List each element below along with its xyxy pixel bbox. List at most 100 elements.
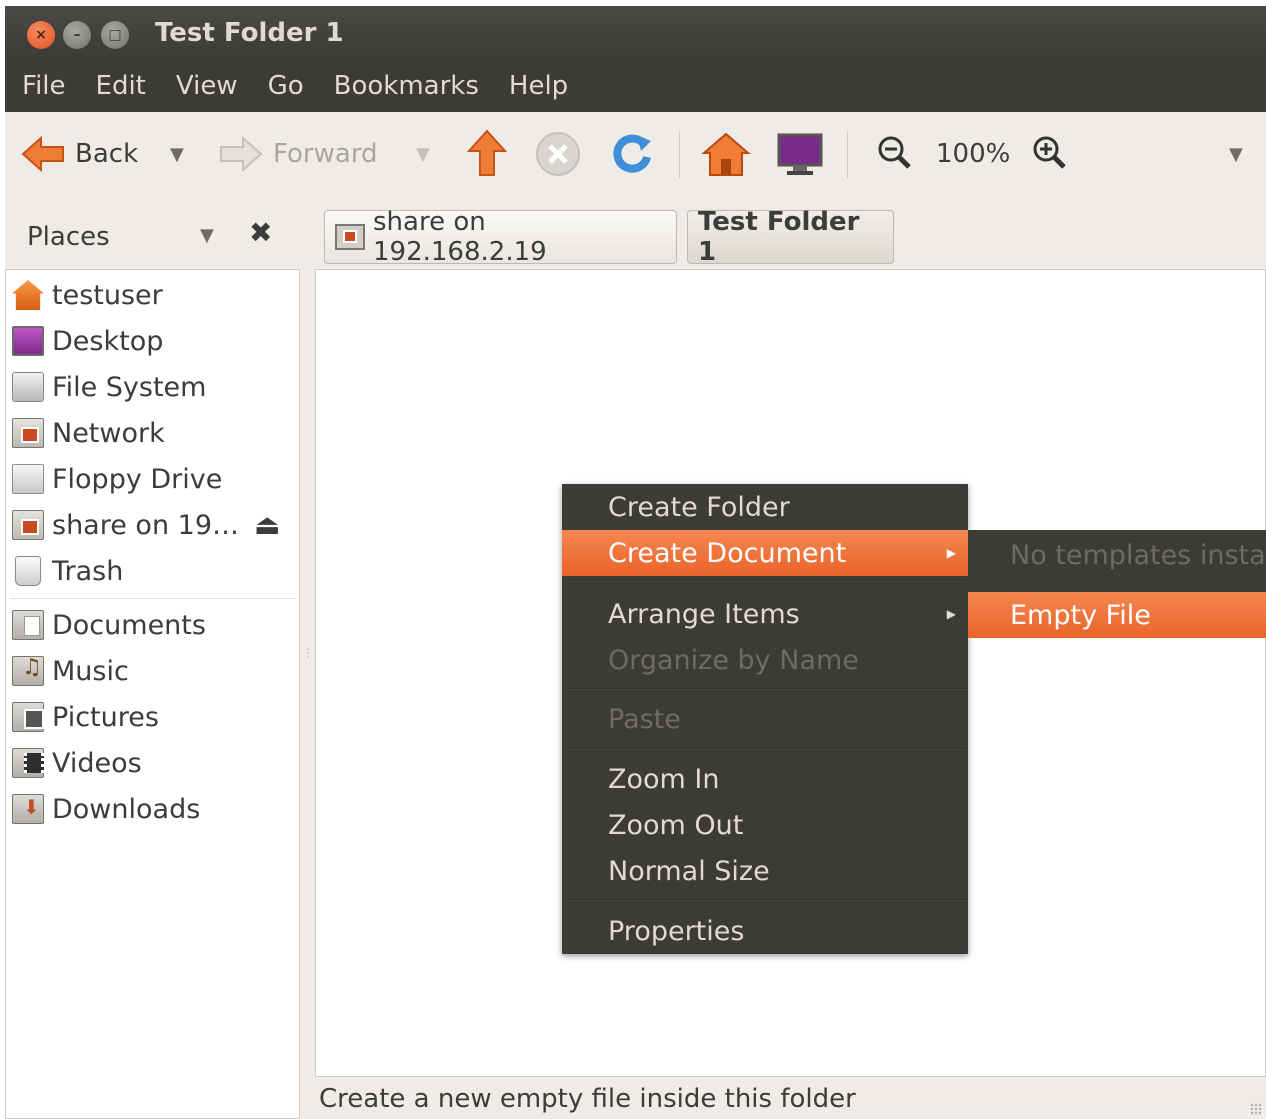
menu-separator bbox=[564, 688, 966, 690]
menu-item-organize-by-name[interactable]: Organize by Name bbox=[562, 637, 968, 683]
close-icon: ✖ bbox=[249, 216, 273, 249]
network-share-icon bbox=[335, 224, 365, 250]
menu-separator bbox=[564, 580, 966, 582]
back-history-dropdown[interactable]: ▼ bbox=[170, 112, 184, 196]
maximize-window-button[interactable]: □ bbox=[101, 21, 129, 49]
computer-icon bbox=[777, 133, 823, 175]
submenu-arrow-icon: ▶ bbox=[946, 607, 956, 621]
places-sidebar: testuser Desktop File System Network Flo… bbox=[5, 269, 300, 1119]
maximize-icon: □ bbox=[108, 27, 122, 43]
sidebar-divider bbox=[10, 598, 296, 599]
downloads-folder-icon bbox=[12, 794, 44, 824]
menu-item-properties[interactable]: Properties bbox=[562, 908, 968, 954]
sidebar-item-network-share[interactable]: share on 19… bbox=[12, 504, 239, 546]
menu-item-label: No templates insta bbox=[1010, 539, 1266, 571]
sidebar-item-documents[interactable]: Documents bbox=[12, 604, 206, 646]
home-icon bbox=[701, 132, 751, 176]
sidebar-item-pictures[interactable]: Pictures bbox=[12, 696, 159, 738]
sidebar-item-label: Trash bbox=[52, 555, 124, 587]
home-button[interactable] bbox=[701, 112, 751, 196]
eject-icon: ⏏ bbox=[254, 508, 281, 541]
zoom-level[interactable]: 100% bbox=[936, 112, 1010, 196]
menu-item-arrange-items[interactable]: Arrange Items ▶ bbox=[562, 591, 968, 637]
menu-item-label: Create Folder bbox=[608, 491, 790, 523]
sidebar-item-label: Desktop bbox=[52, 325, 164, 357]
sidebar-item-floppy[interactable]: Floppy Drive bbox=[12, 458, 222, 500]
home-icon bbox=[12, 280, 44, 310]
file-manager-window: × – □ Test Folder 1 File Edit View Go Bo… bbox=[5, 6, 1266, 1119]
title-bar[interactable]: × – □ Test Folder 1 bbox=[5, 6, 1266, 60]
sidebar-item-label: Floppy Drive bbox=[52, 463, 223, 495]
menu-item-label: Zoom In bbox=[608, 763, 720, 795]
reload-icon bbox=[613, 134, 651, 173]
menu-edit[interactable]: Edit bbox=[96, 71, 146, 101]
pane-splitter-handle[interactable]: ⋮ bbox=[302, 646, 314, 670]
menu-go[interactable]: Go bbox=[268, 71, 304, 101]
close-icon: × bbox=[35, 27, 47, 43]
create-document-submenu: No templates insta Empty File bbox=[968, 530, 1266, 638]
zoom-in-icon bbox=[1033, 136, 1066, 169]
stop-icon bbox=[536, 132, 580, 176]
breadcrumb-share[interactable]: share on 192.168.2.19 bbox=[324, 207, 677, 267]
back-button[interactable]: Back bbox=[19, 112, 138, 196]
sidebar-item-label: Music bbox=[52, 655, 129, 687]
sidebar-item-label: testuser bbox=[52, 279, 163, 311]
forward-button[interactable]: Forward bbox=[217, 112, 378, 196]
menu-help[interactable]: Help bbox=[509, 71, 568, 101]
menu-item-zoom-in[interactable]: Zoom In bbox=[562, 756, 968, 802]
sidebar-item-desktop[interactable]: Desktop bbox=[12, 320, 163, 362]
menu-item-create-folder[interactable]: Create Folder bbox=[562, 484, 968, 530]
breadcrumb-current-folder[interactable]: Test Folder 1 bbox=[687, 207, 894, 267]
sidebar-item-videos[interactable]: Videos bbox=[12, 742, 142, 784]
forward-history-dropdown[interactable]: ▼ bbox=[416, 112, 430, 196]
stop-button[interactable] bbox=[535, 112, 581, 196]
menu-item-label: Empty File bbox=[1010, 599, 1151, 631]
network-share-icon bbox=[12, 510, 44, 540]
sidebar-item-downloads[interactable]: Downloads bbox=[12, 788, 200, 830]
close-window-button[interactable]: × bbox=[27, 21, 55, 49]
menu-item-label: Organize by Name bbox=[608, 644, 859, 676]
sidebar-item-trash[interactable]: Trash bbox=[12, 550, 123, 592]
sidebar-item-filesystem[interactable]: File System bbox=[12, 366, 206, 408]
minimize-icon: – bbox=[73, 27, 81, 43]
menu-view[interactable]: View bbox=[176, 71, 238, 101]
menu-separator bbox=[564, 899, 966, 901]
menu-bookmarks[interactable]: Bookmarks bbox=[334, 71, 479, 101]
zoom-in-button[interactable] bbox=[1032, 112, 1068, 196]
forward-button-label: Forward bbox=[273, 139, 378, 169]
up-button[interactable] bbox=[465, 112, 509, 196]
location-bar: Places ▼ ✖ share on 192.168.2.19 Test Fo… bbox=[5, 196, 1266, 274]
sidebar-item-network[interactable]: Network bbox=[12, 412, 165, 454]
sidebar-item-music[interactable]: Music bbox=[12, 650, 129, 692]
music-folder-icon bbox=[12, 655, 44, 686]
eject-button[interactable]: ⏏ bbox=[254, 508, 280, 541]
submenu-item-empty-file[interactable]: Empty File bbox=[968, 592, 1266, 638]
menu-item-zoom-out[interactable]: Zoom Out bbox=[562, 802, 968, 848]
minimize-window-button[interactable]: – bbox=[63, 21, 91, 49]
menu-item-create-document[interactable]: Create Document ▶ bbox=[562, 530, 968, 576]
computer-button[interactable] bbox=[775, 112, 825, 196]
toolbar: Back ▼ Forward ▼ 100% ▼ bbox=[5, 112, 1266, 196]
sidebar-item-home[interactable]: testuser bbox=[12, 274, 163, 316]
sidebar-title[interactable]: Places bbox=[27, 222, 110, 252]
sidebar-item-label: Pictures bbox=[52, 701, 159, 733]
close-sidebar-button[interactable]: ✖ bbox=[249, 216, 272, 249]
back-arrow-icon bbox=[21, 135, 64, 173]
toolbar-overflow-dropdown[interactable]: ▼ bbox=[1229, 112, 1243, 196]
up-arrow-icon bbox=[466, 129, 508, 176]
network-icon bbox=[12, 418, 44, 448]
menu-item-label: Arrange Items bbox=[608, 598, 800, 630]
menu-item-label: Paste bbox=[608, 703, 681, 735]
sidebar-type-dropdown[interactable]: ▼ bbox=[200, 225, 214, 246]
menu-item-normal-size[interactable]: Normal Size bbox=[562, 848, 968, 894]
resize-grip[interactable] bbox=[1250, 1103, 1262, 1115]
trash-icon bbox=[15, 556, 41, 586]
desktop-icon bbox=[12, 326, 44, 356]
menu-item-label: Normal Size bbox=[608, 855, 770, 887]
breadcrumb-label: share on 192.168.2.19 bbox=[373, 207, 547, 267]
reload-button[interactable] bbox=[609, 112, 655, 196]
menu-file[interactable]: File bbox=[22, 71, 66, 101]
filesystem-icon bbox=[12, 372, 44, 402]
menu-item-paste[interactable]: Paste bbox=[562, 696, 968, 742]
zoom-out-button[interactable] bbox=[877, 112, 913, 196]
